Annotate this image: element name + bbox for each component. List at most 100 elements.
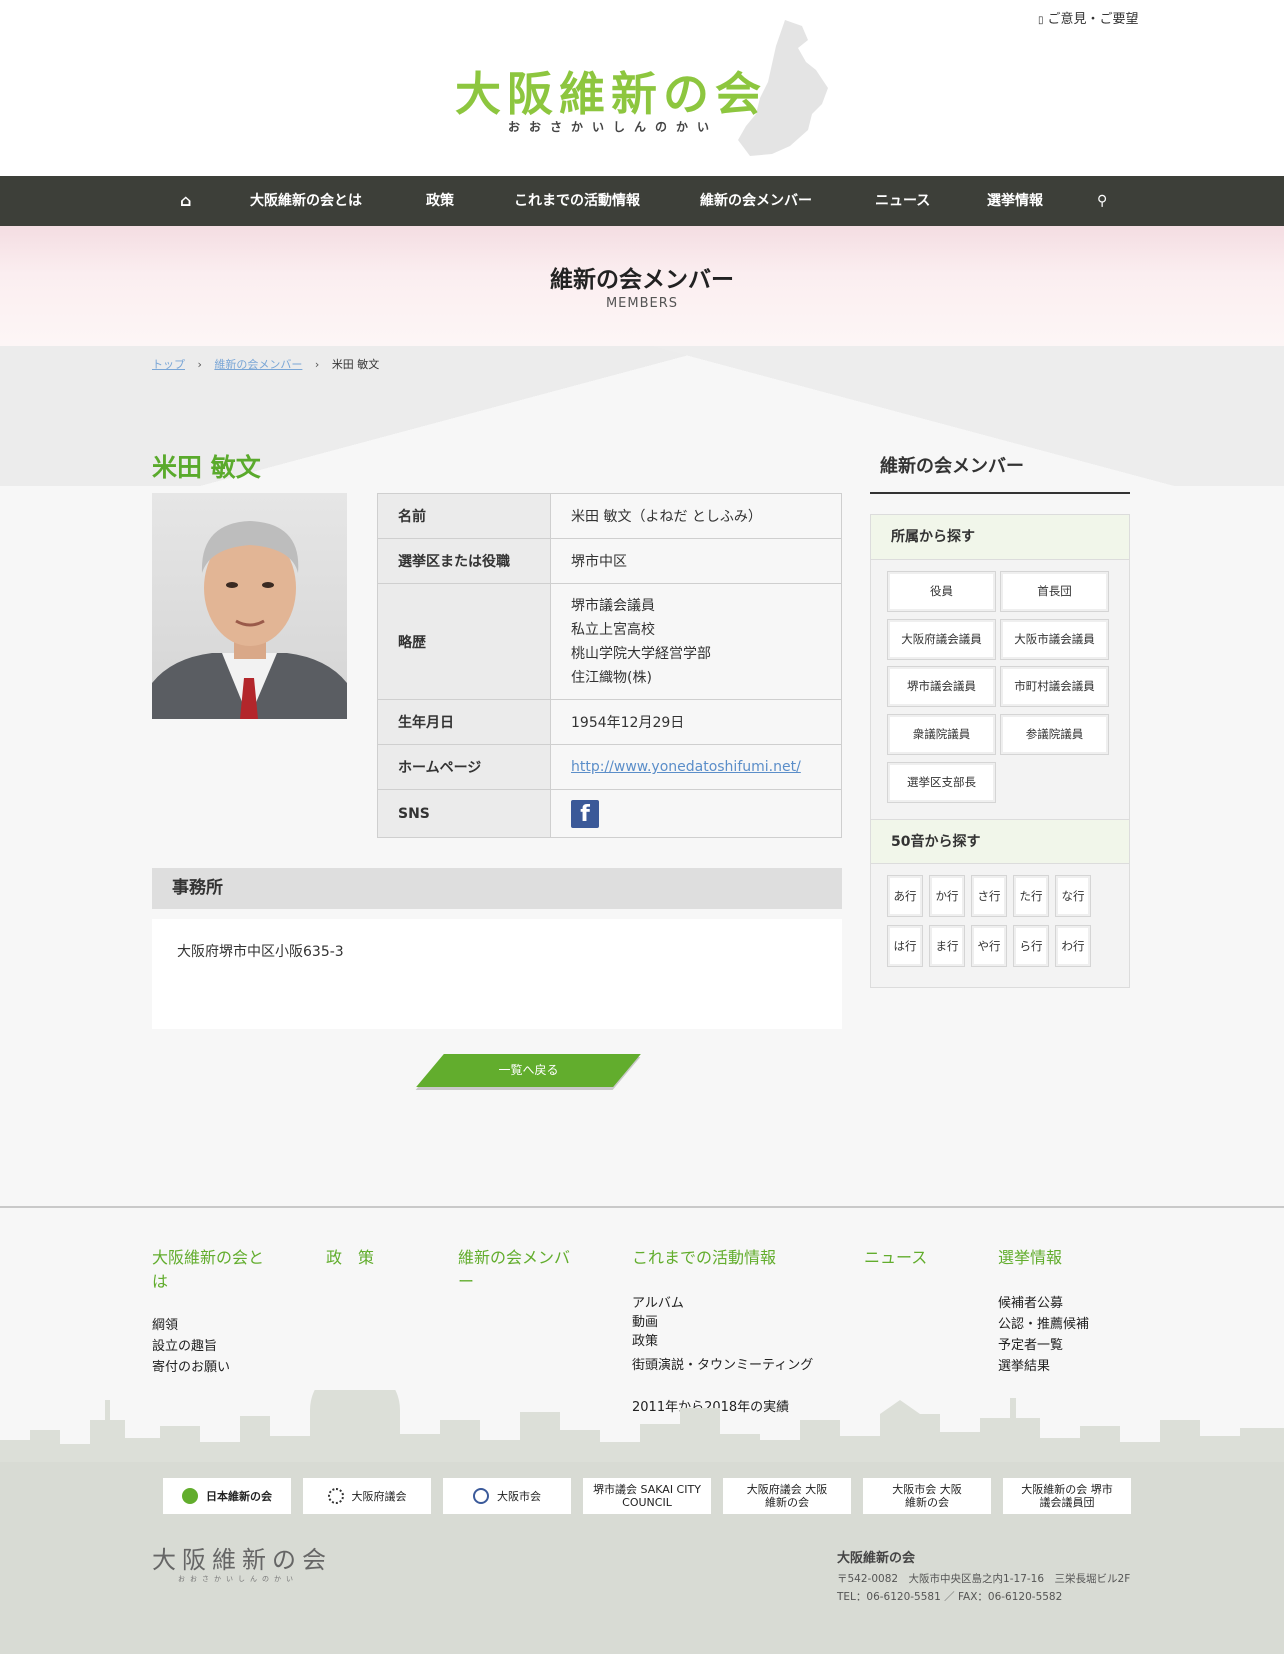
row-label: SNS <box>377 789 551 838</box>
kana-a[interactable]: あ行 <box>887 875 923 917</box>
homepage-link[interactable]: http://www.yonedatoshifumi.net/ <box>571 759 801 775</box>
footer-link[interactable]: 街頭演説・タウンミーティング <box>632 1354 813 1373</box>
footer-logo[interactable]: 大阪維新の会 <box>152 1540 332 1575</box>
kana-ya[interactable]: や行 <box>971 925 1007 967</box>
footer-address: 〒542-0082 大阪市中央区島之内1-17-16 三栄長堀ビル2F <box>837 1573 1131 1585</box>
kana-ra[interactable]: ら行 <box>1013 925 1049 967</box>
footer-link[interactable]: 綱領 <box>152 1314 178 1333</box>
footer-link[interactable]: 動画 <box>632 1311 658 1330</box>
back-to-list-label: 一覧へ戻る <box>498 1063 559 1077</box>
breadcrumb-current: 米田 敏文 <box>331 358 380 371</box>
banner-pref-ishin[interactable]: 大阪府議会 大阪維新の会 <box>723 1478 851 1514</box>
filter-municipal[interactable]: 市町村議会議員 <box>1000 666 1109 707</box>
row-value: http://www.yonedatoshifumi.net/ <box>550 744 842 790</box>
affiliation-heading: 所属から探す <box>871 515 1129 560</box>
kana-ka[interactable]: か行 <box>929 875 965 917</box>
banner-osaka-city-assembly[interactable]: 大阪市会 <box>443 1478 571 1514</box>
row-label: 略歴 <box>377 583 551 700</box>
chevron-right-icon: › <box>197 358 202 371</box>
city-skyline-illustration <box>0 1390 1284 1464</box>
footer-activities-title[interactable]: これまでの活動情報 <box>632 1246 776 1270</box>
site-logo[interactable]: 大阪維新の会 おおさかいしんのかい <box>450 18 830 160</box>
facebook-icon[interactable]: f <box>571 799 599 828</box>
footer-election-title[interactable]: 選挙情報 <box>998 1246 1062 1270</box>
nav-item-about[interactable]: 大阪維新の会とは <box>250 176 362 226</box>
footer-logo-kana: おおさかいしんのかい <box>178 1575 298 1583</box>
history-item: 桃山学院大学経営学部 <box>571 645 711 662</box>
sidebar-search-box: 所属から探す 役員 首長団 大阪府議会議員 大阪市議会議員 堺市議会議員 市町村… <box>870 514 1130 988</box>
nav-item-election[interactable]: 選挙情報 <box>987 176 1043 226</box>
history-item: 私立上宮高校 <box>571 621 655 638</box>
filter-sakai-city[interactable]: 堺市議会議員 <box>887 666 996 707</box>
filter-house-reps[interactable]: 衆議院議員 <box>887 714 996 755</box>
kana-na[interactable]: な行 <box>1055 875 1091 917</box>
banner-nippon-ishin[interactable]: 日本維新の会 <box>163 1478 291 1514</box>
footer-link[interactable]: 候補者公募 <box>998 1292 1063 1311</box>
row-label: 生年月日 <box>377 699 551 745</box>
footer-link[interactable]: アルバム <box>632 1292 684 1311</box>
history-item: 堺市議会議員 <box>571 597 655 614</box>
breadcrumb-top[interactable]: トップ <box>152 358 185 371</box>
search-icon[interactable]: ⚲ <box>1097 176 1107 226</box>
kana-sa[interactable]: さ行 <box>971 875 1007 917</box>
filter-osaka-city[interactable]: 大阪市議会議員 <box>1000 619 1109 660</box>
history-list: 堺市議会議員 私立上宮高校 桃山学院大学経営学部 住江織物(株) <box>550 583 842 700</box>
footer-link[interactable]: 選挙結果 <box>998 1355 1050 1374</box>
table-row: 名前 米田 敏文（よねだ としふみ） <box>377 493 842 539</box>
footer-org-name: 大阪維新の会 <box>837 1551 916 1566</box>
banner-city-ishin[interactable]: 大阪市会 大阪維新の会 <box>863 1478 991 1514</box>
footer-news-title[interactable]: ニュース <box>864 1246 927 1270</box>
table-row: 略歴 堺市議会議員 私立上宮高校 桃山学院大学経営学部 住江織物(株) <box>377 583 842 700</box>
kana-ta[interactable]: た行 <box>1013 875 1049 917</box>
nav-item-news[interactable]: ニュース <box>875 176 930 226</box>
banner-sakai-ishin[interactable]: 大阪維新の会 堺市議会議員団 <box>1003 1478 1131 1514</box>
footer-policy-title[interactable]: 政 策 <box>326 1246 374 1270</box>
filter-councillors[interactable]: 参議院議員 <box>1000 714 1109 755</box>
page-hero: 維新の会メンバー MEMBERS <box>0 226 1284 346</box>
opinion-link[interactable]: ▯ ご意見・ご要望 <box>1038 8 1139 27</box>
row-label: 名前 <box>377 493 551 539</box>
kana-ma[interactable]: ま行 <box>929 925 965 967</box>
back-to-list-button[interactable]: 一覧へ戻る <box>416 1054 641 1087</box>
table-row: 生年月日 1954年12月29日 <box>377 699 842 745</box>
banner-sakai-city-council[interactable]: 堺市議会 SAKAI CITY COUNCIL <box>583 1478 711 1514</box>
filter-osaka-pref[interactable]: 大阪府議会議員 <box>887 619 996 660</box>
logo-kana: おおさかいしんのかい <box>508 120 719 134</box>
footer-link[interactable]: 寄付のお願い <box>152 1356 230 1375</box>
main-nav: ⌂ 大阪維新の会とは 政策 これまでの活動情報 維新の会メンバー ニュース 選挙… <box>0 176 1284 226</box>
sidebar-title: 維新の会メンバー <box>870 452 1130 494</box>
kana-wa[interactable]: わ行 <box>1055 925 1091 967</box>
emblem-icon <box>473 1488 489 1504</box>
chevron-right-icon: › <box>314 358 320 371</box>
filter-mayors[interactable]: 首長団 <box>1000 571 1109 612</box>
nav-item-members[interactable]: 維新の会メンバー <box>700 176 812 226</box>
nav-item-activities[interactable]: これまでの活動情報 <box>514 176 640 226</box>
breadcrumb-members[interactable]: 維新の会メンバー <box>214 358 302 371</box>
banner-osaka-pref-assembly[interactable]: 大阪府議会 <box>303 1478 431 1514</box>
home-icon[interactable]: ⌂ <box>180 176 191 226</box>
footer-members-title[interactable]: 維新の会メンバー <box>458 1246 578 1294</box>
nav-item-policy[interactable]: 政策 <box>426 176 454 226</box>
filter-officers[interactable]: 役員 <box>887 571 996 612</box>
logo-title: 大阪維新の会 <box>455 67 767 121</box>
filter-branch-heads[interactable]: 選挙区支部長 <box>887 762 996 803</box>
table-row: ホームページ http://www.yonedatoshifumi.net/ <box>377 744 842 790</box>
footer-link[interactable]: 政策 <box>632 1330 658 1349</box>
emblem-icon <box>327 1488 344 1504</box>
footer-about-title[interactable]: 大阪維新の会とは <box>152 1246 272 1294</box>
leaf-icon <box>182 1488 198 1504</box>
page-subtitle: MEMBERS <box>605 296 679 311</box>
table-row: SNS f <box>377 789 842 838</box>
kana-ha[interactable]: は行 <box>887 925 923 967</box>
footer-link[interactable]: 設立の趣旨 <box>152 1335 217 1354</box>
site-header: ▯ ご意見・ご要望 大阪維新の会 おおさかいしんのかい <box>0 0 1284 176</box>
footer-link[interactable]: 公認・推薦候補 <box>998 1313 1089 1332</box>
history-item: 住江織物(株) <box>571 669 652 686</box>
row-value: 米田 敏文（よねだ としふみ） <box>550 493 842 539</box>
footer-link[interactable]: 予定者一覧 <box>998 1334 1063 1353</box>
row-value: f <box>550 789 842 838</box>
row-value: 1954年12月29日 <box>550 699 842 745</box>
row-label: ホームページ <box>377 744 551 790</box>
office-address: 大阪府堺市中区小阪635-3 <box>152 919 842 1029</box>
member-info-table: 名前 米田 敏文（よねだ としふみ） 選挙区または役職 堺市中区 略歴 堺市議会… <box>377 493 842 838</box>
